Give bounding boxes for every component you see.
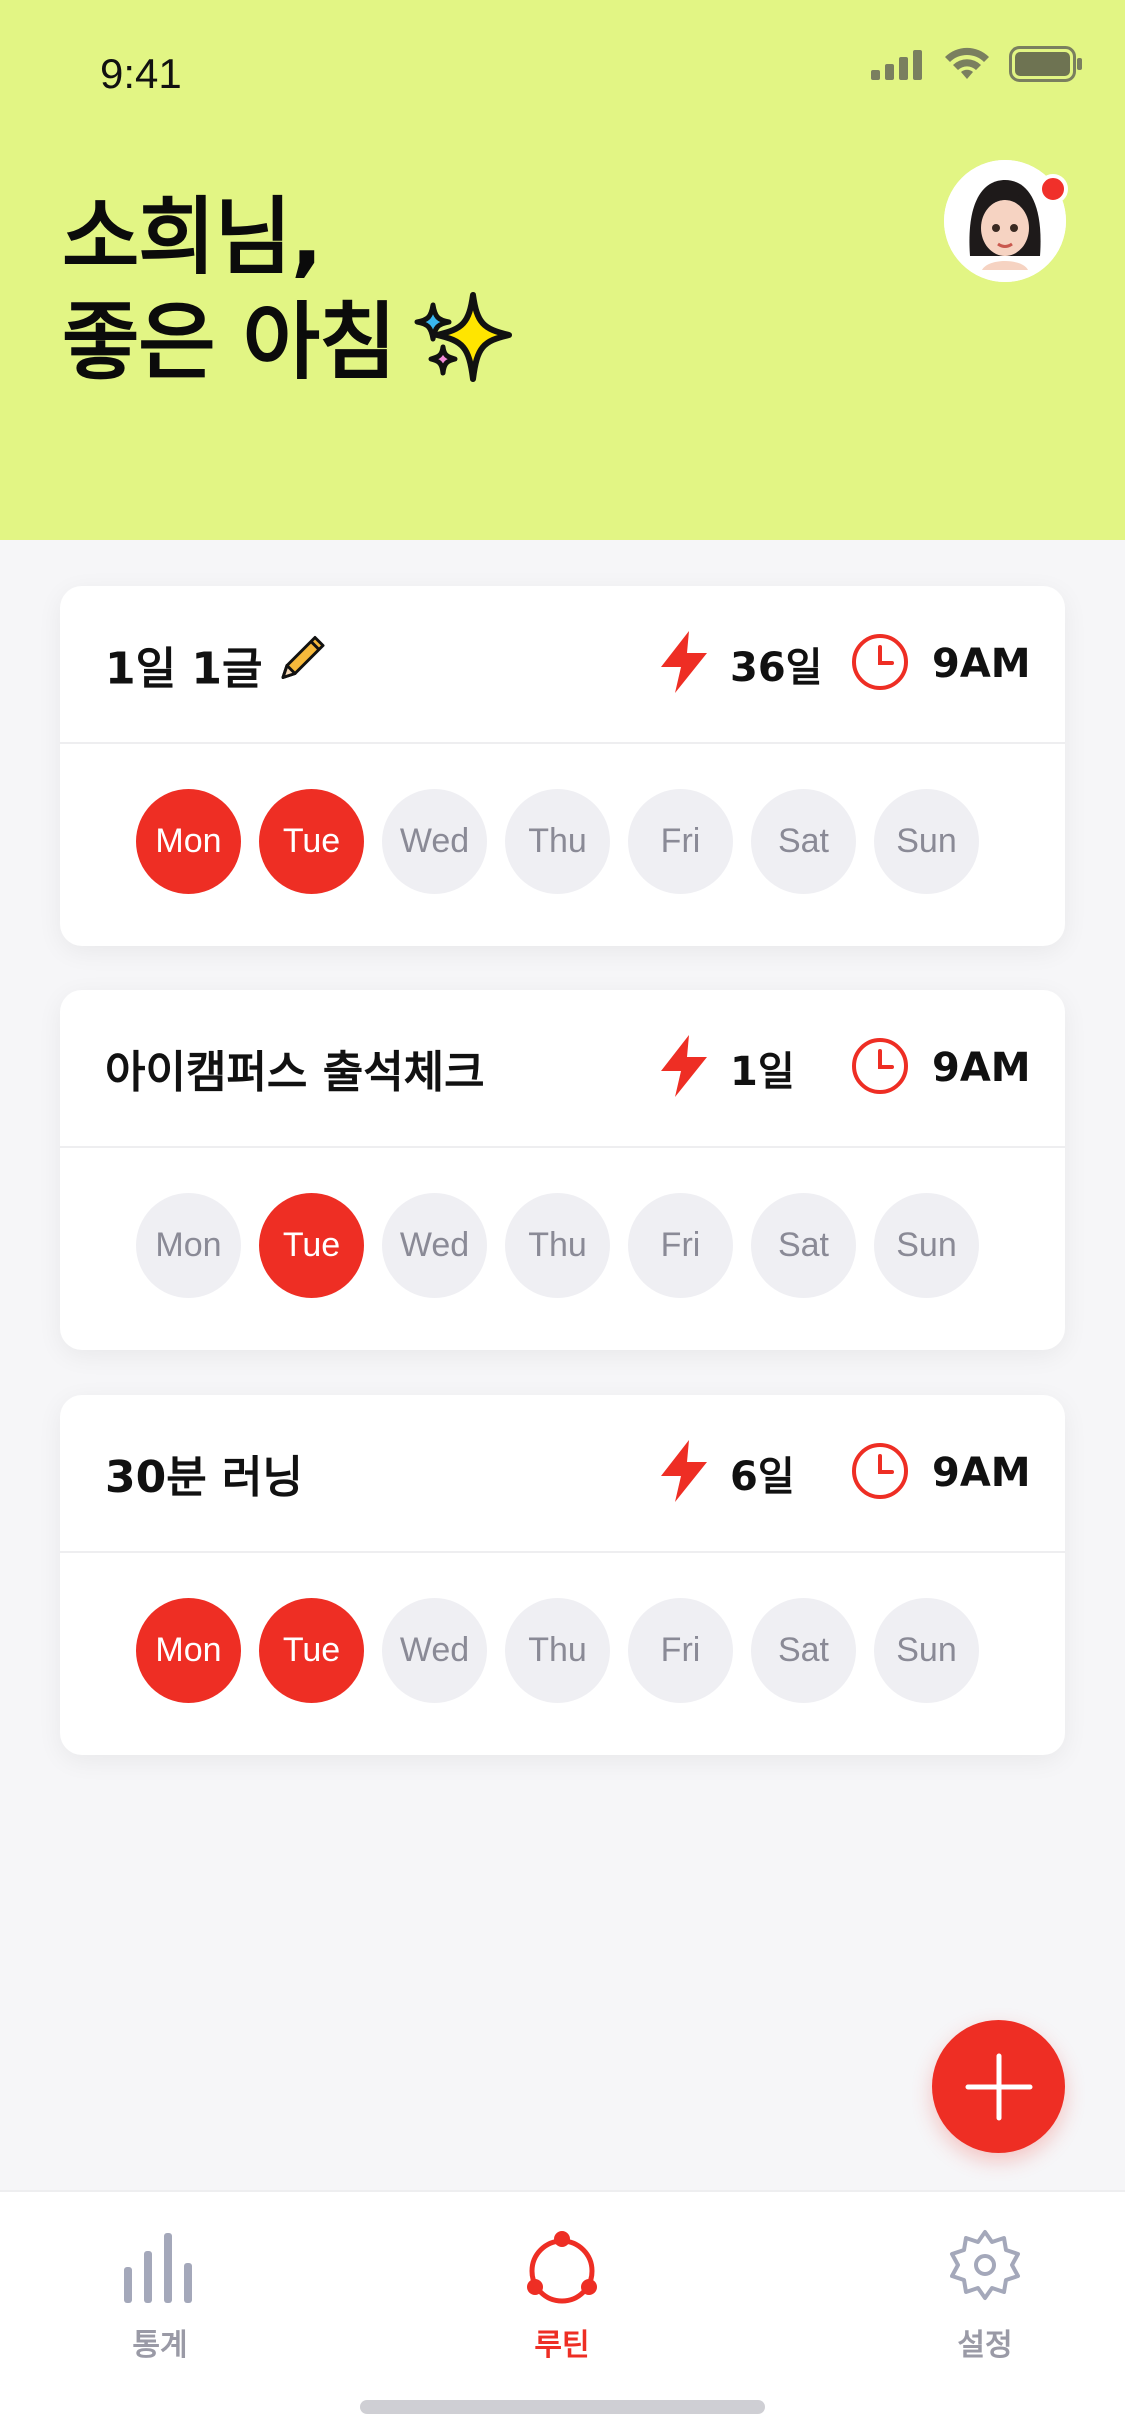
- tab-label-routine: 루틴: [534, 2328, 590, 2363]
- wifi-icon: [945, 47, 989, 79]
- routine-title-wrap: 30분 러닝: [105, 1441, 303, 1505]
- routine-title: 1일 1글: [105, 643, 263, 694]
- clock-icon: [850, 1036, 910, 1100]
- streak-count: 6일: [730, 1454, 795, 1500]
- tab-label-statistics: 통계: [132, 2328, 188, 2363]
- routine-title: 아이캠퍼스 출석체크: [105, 1047, 485, 1098]
- day-toggle-fri[interactable]: Fri: [628, 789, 733, 894]
- day-toggle-sun[interactable]: Sun: [874, 789, 979, 894]
- lightning-icon: [655, 1033, 713, 1103]
- cellular-signal-icon: [871, 50, 922, 80]
- tab-statistics[interactable]: 통계: [60, 2222, 260, 2364]
- routine-card-header: 30분 러닝 6일 9AM: [60, 1395, 1065, 1553]
- day-toggle-wed[interactable]: Wed: [382, 1598, 487, 1703]
- day-selector: Mon Tue Wed Thu Fri Sat Sun: [136, 1598, 979, 1703]
- day-toggle-mon[interactable]: Mon: [136, 789, 241, 894]
- routine-time: 9AM: [932, 641, 1031, 687]
- header: 9:41 소희님, 좋은 아침: [0, 0, 1125, 540]
- status-time: 9:41: [100, 50, 182, 97]
- day-toggle-tue[interactable]: Tue: [259, 789, 364, 894]
- clock-icon: [850, 632, 910, 696]
- day-toggle-sat[interactable]: Sat: [751, 789, 856, 894]
- pencil-icon: [275, 632, 329, 697]
- greeting-line1: 소희님,: [62, 188, 323, 286]
- routine-title-wrap: 1일 1글: [105, 632, 329, 697]
- clock-icon: [850, 1441, 910, 1505]
- day-toggle-wed[interactable]: Wed: [382, 1193, 487, 1298]
- greeting-line2-wrap: 좋은 아침: [62, 289, 513, 394]
- day-toggle-thu[interactable]: Thu: [505, 1193, 610, 1298]
- greeting: 소희님, 좋은 아침: [62, 185, 513, 394]
- day-toggle-sat[interactable]: Sat: [751, 1193, 856, 1298]
- bar-chart-icon: [124, 2233, 192, 2303]
- routine-card-header: 1일 1글 36일 9AM: [60, 586, 1065, 744]
- routine-time: 9AM: [932, 1450, 1031, 1496]
- day-toggle-wed[interactable]: Wed: [382, 789, 487, 894]
- routine-cycle-icon: [527, 2231, 597, 2304]
- routine-card[interactable]: 아이캠퍼스 출석체크 1일 9AM Mon Tue Wed Thu Fri Sat Sun: [60, 990, 1065, 1350]
- sparkles-icon: [414, 292, 513, 382]
- status-icons: [871, 46, 1083, 82]
- routine-title: 30분 러닝: [105, 1452, 303, 1503]
- routine-card-header: 아이캠퍼스 출석체크 1일 9AM: [60, 990, 1065, 1148]
- day-toggle-tue[interactable]: Tue: [259, 1598, 364, 1703]
- day-toggle-fri[interactable]: Fri: [628, 1193, 733, 1298]
- tab-label-settings: 설정: [957, 2328, 1013, 2363]
- day-toggle-tue[interactable]: Tue: [259, 1193, 364, 1298]
- day-toggle-sun[interactable]: Sun: [874, 1598, 979, 1703]
- home-indicator: [360, 2400, 765, 2414]
- lightning-icon: [655, 1438, 713, 1508]
- day-toggle-mon[interactable]: Mon: [136, 1193, 241, 1298]
- add-routine-button[interactable]: [932, 2020, 1065, 2153]
- streak-count: 1일: [730, 1049, 795, 1095]
- notification-dot: [1038, 174, 1068, 204]
- day-toggle-thu[interactable]: Thu: [505, 1598, 610, 1703]
- tab-settings[interactable]: 설정: [885, 2222, 1085, 2364]
- streak-count: 36일: [730, 645, 823, 691]
- lightning-icon: [655, 629, 713, 699]
- day-toggle-sun[interactable]: Sun: [874, 1193, 979, 1298]
- day-selector: Mon Tue Wed Thu Fri Sat Sun: [136, 789, 979, 894]
- plus-icon: [965, 2053, 1032, 2120]
- day-toggle-sat[interactable]: Sat: [751, 1598, 856, 1703]
- routine-time: 9AM: [932, 1045, 1031, 1091]
- routine-card[interactable]: 30분 러닝 6일 9AM Mon Tue Wed Thu Fri Sat Sun: [60, 1395, 1065, 1755]
- routine-title-wrap: 아이캠퍼스 출석체크: [105, 1036, 485, 1100]
- day-toggle-fri[interactable]: Fri: [628, 1598, 733, 1703]
- day-toggle-thu[interactable]: Thu: [505, 789, 610, 894]
- routine-card[interactable]: 1일 1글 36일 9AM Mon Tue Wed Thu Fri Sat Sun: [60, 586, 1065, 946]
- battery-icon: [1009, 46, 1082, 82]
- profile-avatar[interactable]: [944, 160, 1068, 282]
- tab-bar: 통계 루틴 설정: [0, 2190, 1125, 2436]
- tab-routine[interactable]: 루틴: [462, 2222, 662, 2364]
- gear-icon: [950, 2230, 1020, 2300]
- greeting-line2: 좋은 아침: [62, 293, 396, 391]
- day-toggle-mon[interactable]: Mon: [136, 1598, 241, 1703]
- day-selector: Mon Tue Wed Thu Fri Sat Sun: [136, 1193, 979, 1298]
